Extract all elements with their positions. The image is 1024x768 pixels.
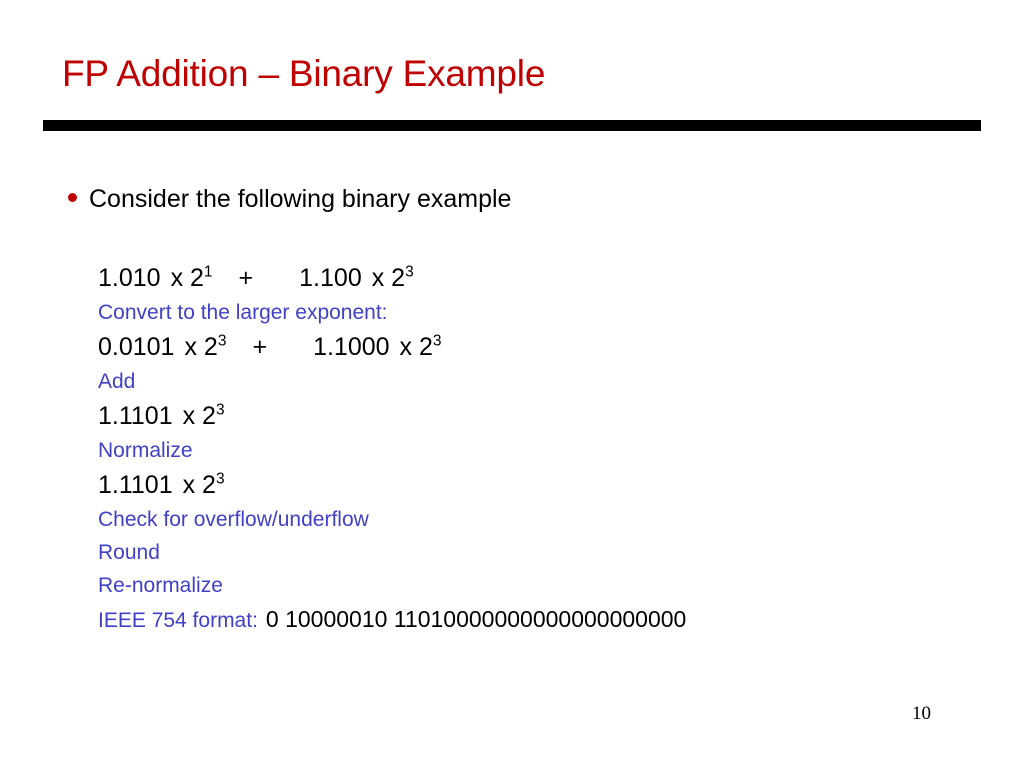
- equation-1-rhs-mantissa: 1.100: [299, 264, 362, 292]
- annotation-convert-exponent: Convert to the larger exponent:: [98, 301, 388, 324]
- equation-line-3: 1.1101 x 23: [98, 401, 958, 440]
- equation-1-operator: +: [238, 264, 254, 292]
- page-number: 10: [912, 703, 931, 724]
- annotation-re-normalize: Re-normalize: [98, 574, 223, 597]
- ieee-754-format-value: 0 10000010 11010000000000000000000: [265, 606, 687, 632]
- equation-1-lhs-mantissa: 1.010: [98, 264, 161, 292]
- equation-4-exponent: 3: [215, 470, 225, 488]
- ieee-754-format-line: IEEE 754 format: 0 10000010 1101000000000…: [98, 608, 958, 641]
- equation-3-mantissa: 1.1101: [98, 402, 173, 430]
- annotation-round: Round: [98, 541, 160, 564]
- annotation-normalize: Normalize: [98, 439, 193, 462]
- equation-1-lhs-exponent: 1: [203, 263, 213, 281]
- steps-list: 1.010 x 21 +1.100 x 23 Convert to the large…: [98, 263, 958, 641]
- bullet-item: Consider the following binary example: [68, 184, 511, 214]
- equation-line-1: 1.010 x 21 +1.100 x 23: [98, 263, 958, 302]
- equation-2-lhs-times: x 2: [184, 333, 218, 361]
- equation-2-operator: +: [252, 333, 268, 361]
- equation-2-lhs-exponent: 3: [217, 332, 227, 350]
- annotation-add: Add: [98, 370, 136, 393]
- equation-2-lhs-mantissa: 0.0101: [98, 333, 175, 361]
- title-divider-rule: [43, 120, 981, 131]
- page-title: FP Addition – Binary Example: [62, 53, 546, 94]
- ieee-754-format-label: IEEE 754 format:: [98, 609, 258, 632]
- bullet-dot-icon: [68, 193, 77, 202]
- equation-line-4: 1.1101 x 23: [98, 470, 958, 509]
- equation-3-exponent: 3: [215, 401, 225, 419]
- annotation-check-overflow: Check for overflow/underflow: [98, 508, 369, 531]
- equation-1-rhs-exponent: 3: [405, 263, 414, 281]
- equation-2-rhs-exponent: 3: [432, 332, 442, 350]
- equation-2-rhs-times: x 2: [399, 333, 433, 361]
- slide: FP Addition – Binary Example Consider th…: [0, 0, 1024, 768]
- bullet-item-label: Consider the following binary example: [89, 185, 512, 213]
- equation-3-times: x 2: [182, 402, 216, 430]
- equation-4-mantissa: 1.1101: [98, 471, 173, 499]
- equation-1-lhs-times: x 2: [170, 264, 204, 292]
- equation-1-rhs-times: x 2: [371, 264, 406, 292]
- equation-line-2: 0.0101 x 23 +1.1000 x 23: [98, 332, 958, 371]
- equation-4-times: x 2: [182, 471, 216, 499]
- equation-2-rhs-mantissa: 1.1000: [313, 333, 390, 361]
